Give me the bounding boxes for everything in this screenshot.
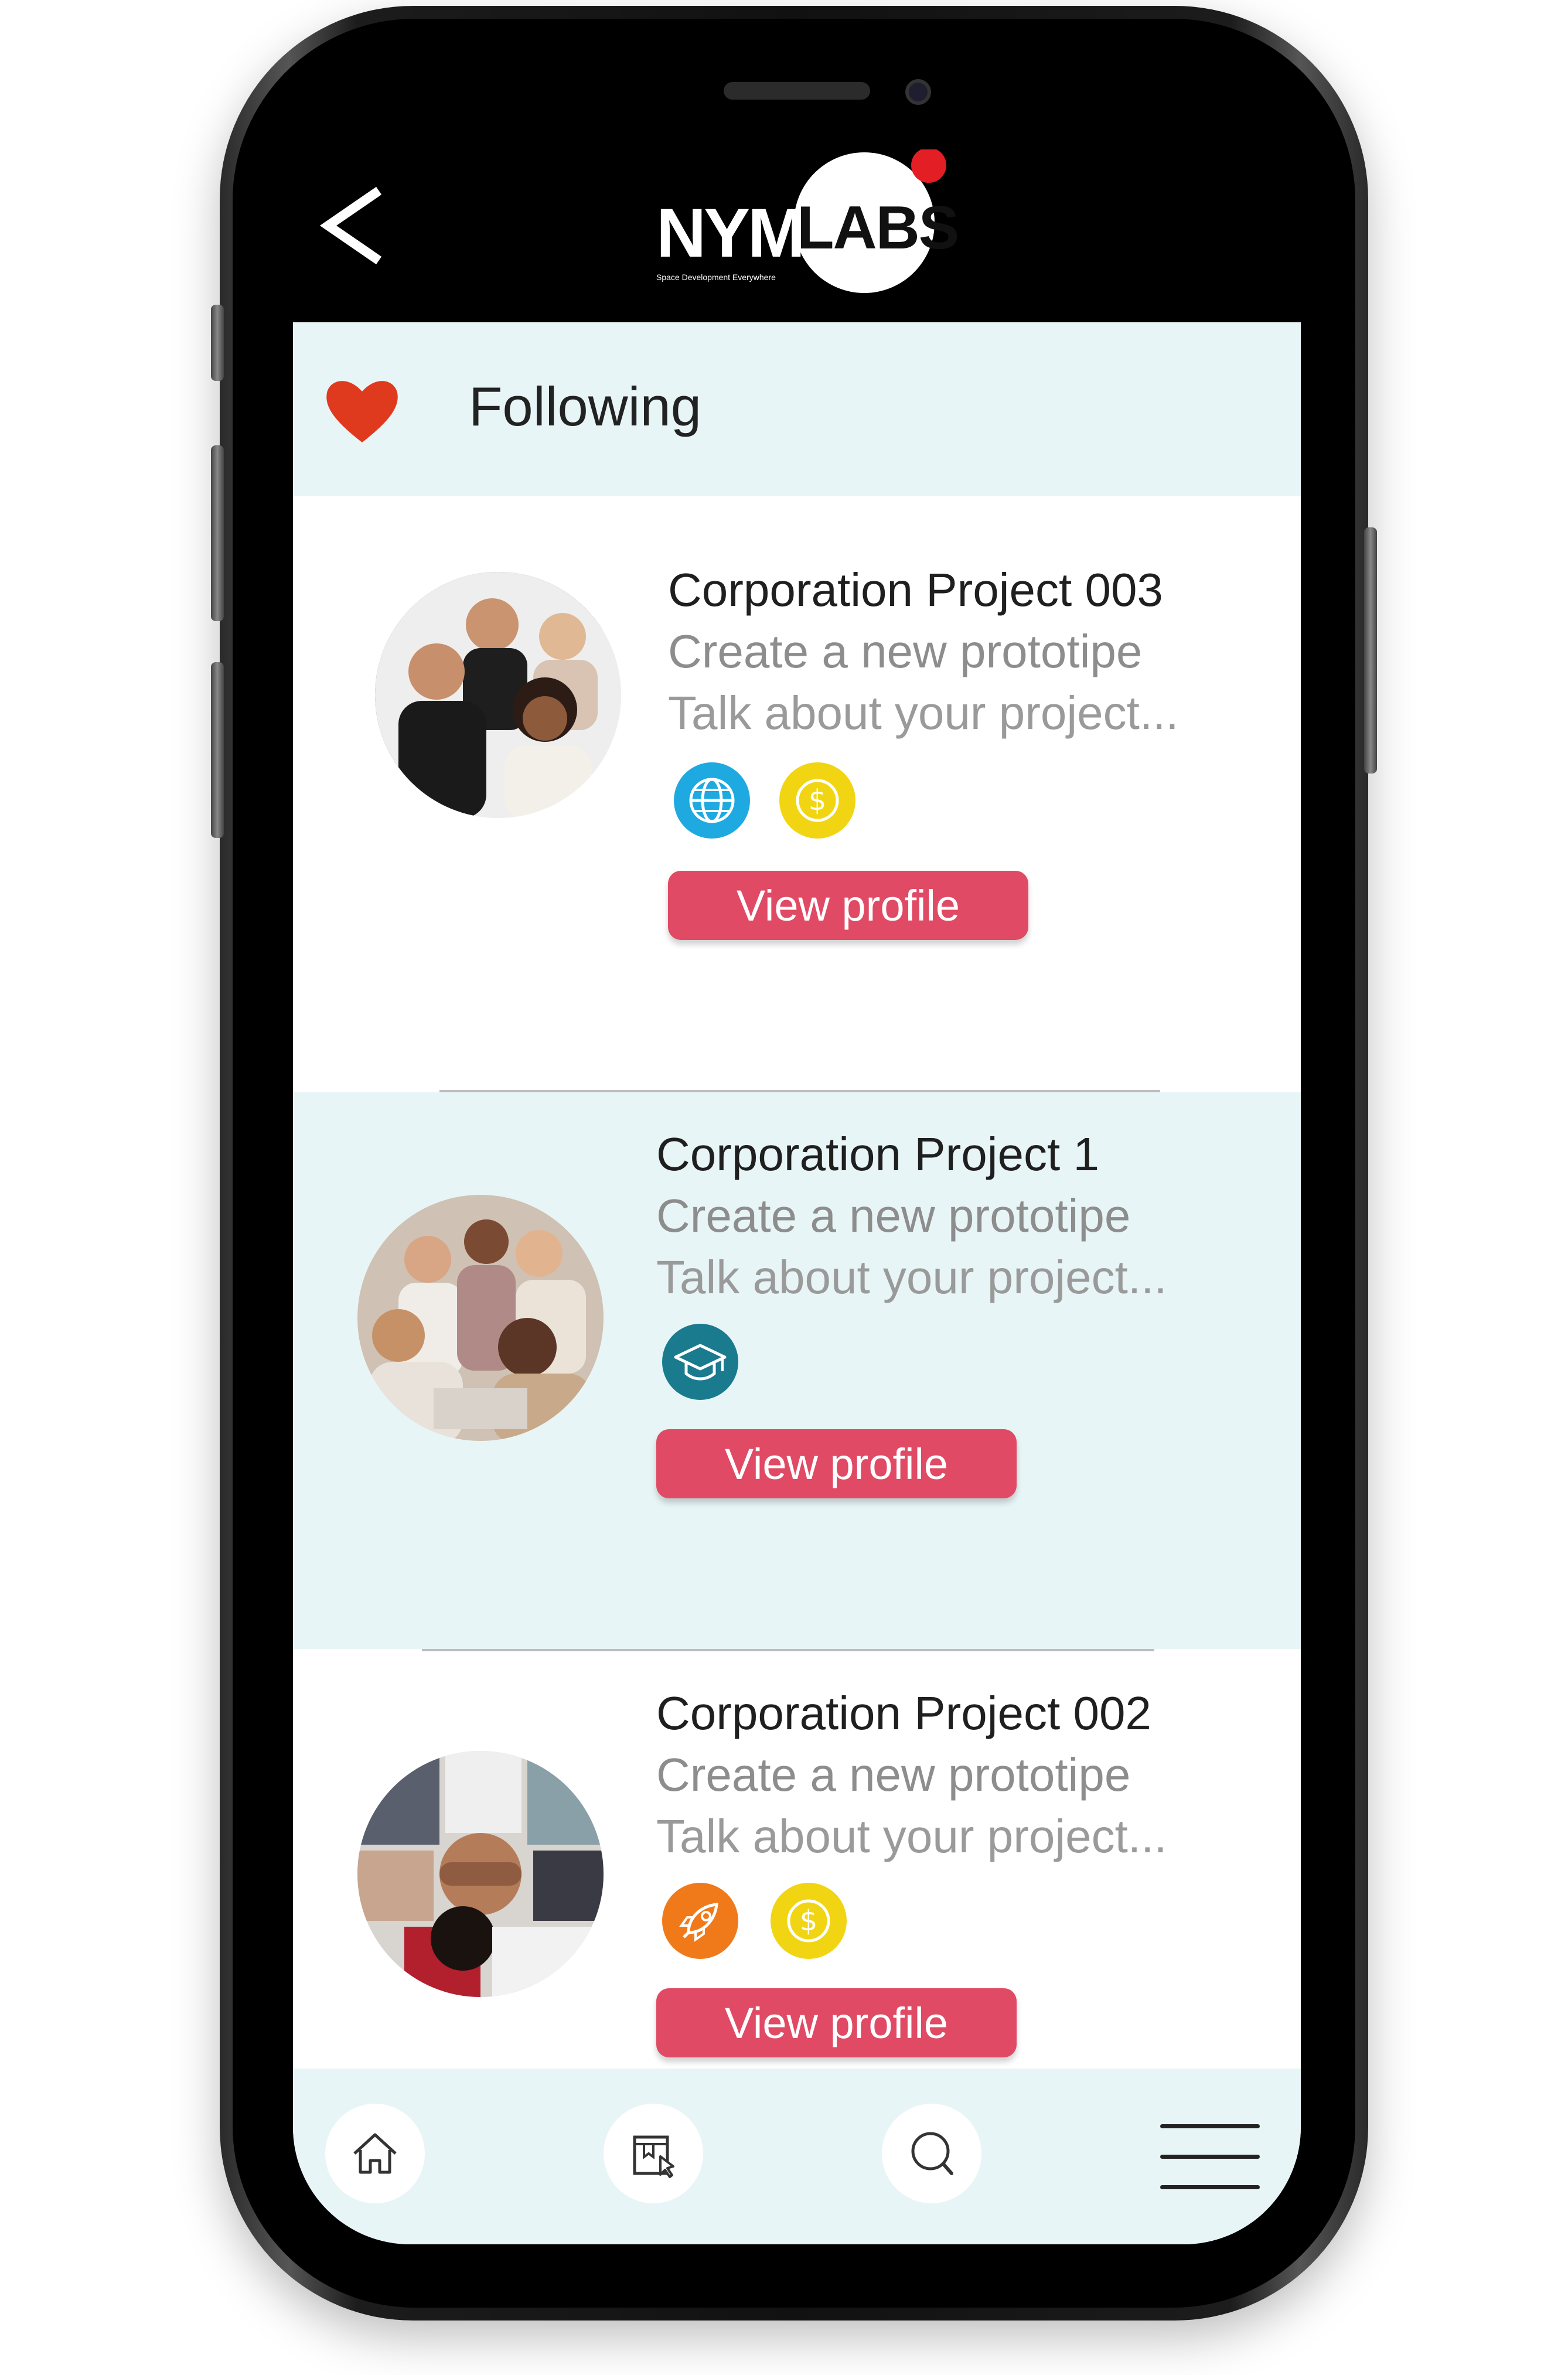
phone-speaker bbox=[724, 82, 870, 100]
following-header: Following bbox=[293, 322, 1301, 496]
logo-tagline: Space Development Everywhere bbox=[656, 272, 776, 282]
search-icon[interactable] bbox=[882, 2104, 981, 2203]
bookmark-board-icon[interactable] bbox=[604, 2104, 703, 2203]
project-title: Corporation Project 1 bbox=[656, 1128, 1099, 1180]
project-subtitle: Create a new prototipe bbox=[668, 625, 1143, 677]
project-photo bbox=[357, 1751, 604, 1997]
page-title: Following bbox=[469, 376, 702, 437]
rocket-icon bbox=[662, 1883, 738, 1959]
view-profile-button[interactable]: View profile bbox=[668, 871, 1028, 940]
dollar-coin-icon: $ bbox=[779, 762, 855, 839]
project-title: Corporation Project 003 bbox=[668, 564, 1163, 616]
nymlabs-logo: NYM LABS Space Development Everywhere bbox=[656, 148, 973, 299]
menu-line bbox=[1160, 2155, 1260, 2159]
phone-side-button-left-top bbox=[211, 305, 224, 381]
project-title: Corporation Project 002 bbox=[656, 1687, 1151, 1739]
project-photo bbox=[375, 572, 621, 818]
menu-icon[interactable] bbox=[1160, 2124, 1260, 2195]
bottom-navigation bbox=[293, 2069, 1301, 2244]
main-content: Following Corporation Project 003 Create… bbox=[293, 322, 1301, 2244]
dollar-coin-icon: $ bbox=[771, 1883, 847, 1959]
home-icon[interactable] bbox=[325, 2104, 425, 2203]
project-subtitle: Create a new prototipe bbox=[656, 1749, 1131, 1801]
project-description: Talk about your project... bbox=[656, 1810, 1167, 1862]
project-description: Talk about your project... bbox=[656, 1251, 1167, 1303]
menu-line bbox=[1160, 2185, 1260, 2189]
project-card: Corporation Project 002 Create a new pro… bbox=[293, 1651, 1301, 2069]
svg-text:$: $ bbox=[809, 784, 827, 817]
project-description: Talk about your project... bbox=[668, 687, 1179, 739]
logo-labs-text: LABS bbox=[797, 194, 959, 262]
logo-red-dot bbox=[911, 148, 946, 183]
heart-icon bbox=[326, 381, 398, 442]
project-card: Corporation Project 1 Create a new proto… bbox=[293, 1092, 1301, 1649]
phone-side-button-left-low bbox=[211, 662, 224, 838]
view-profile-button[interactable]: View profile bbox=[656, 1429, 1017, 1498]
globe-icon bbox=[674, 762, 750, 839]
logo-nym-text: NYM bbox=[656, 195, 805, 272]
phone-side-button-left-mid bbox=[211, 445, 224, 621]
project-subtitle: Create a new prototipe bbox=[656, 1190, 1131, 1242]
project-card: Corporation Project 003 Create a new pro… bbox=[293, 496, 1301, 1055]
phone-side-button-right bbox=[1364, 527, 1377, 774]
phone-camera bbox=[905, 79, 931, 105]
project-photo bbox=[357, 1195, 604, 1441]
svg-text:$: $ bbox=[800, 1904, 818, 1937]
back-arrow-icon[interactable] bbox=[316, 182, 387, 270]
view-profile-button[interactable]: View profile bbox=[656, 1988, 1017, 2057]
graduation-cap-icon bbox=[662, 1324, 738, 1400]
phone-notch bbox=[519, 67, 1075, 149]
phone-screen: NYM LABS Space Development Everywhere Fo… bbox=[293, 59, 1301, 2244]
menu-line bbox=[1160, 2124, 1260, 2128]
